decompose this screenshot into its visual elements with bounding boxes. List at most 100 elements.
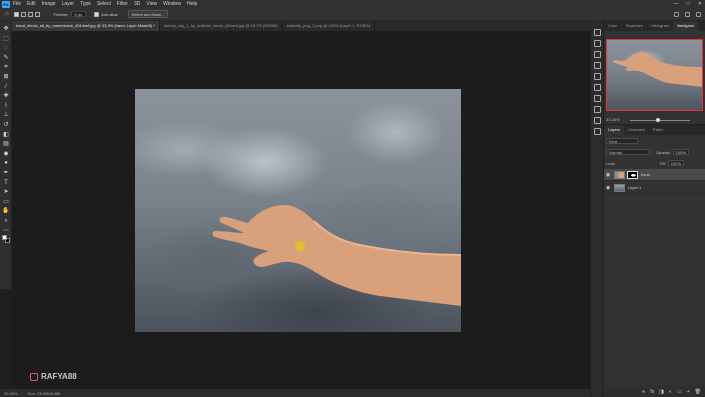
gradient-icon[interactable]: ▤ (2, 140, 10, 148)
visibility-eye-icon[interactable]: ◉ (604, 172, 612, 178)
layer-name[interactable]: Layer 1 (628, 185, 641, 190)
character-icon[interactable] (594, 95, 601, 102)
options-bar: ⌂ Feather: 0 px Anti-alias Select and Ma… (0, 8, 705, 21)
menu-select[interactable]: Select (97, 1, 111, 7)
quick-select-icon[interactable]: ✎ (2, 54, 10, 62)
crop-icon[interactable]: ⌗ (2, 63, 10, 71)
hand-icon[interactable]: ✋ (2, 207, 10, 215)
tab-paths[interactable]: Paths (649, 125, 667, 135)
tool-preset-picker[interactable]: ⌂ (5, 11, 9, 17)
mask-icon[interactable]: ◨ (659, 389, 664, 395)
subtract-selection-icon[interactable] (27, 11, 33, 17)
tab-butterfly-document[interactable]: butterfly_png_1.png @ 100% (Layer 1, RGB… (283, 21, 375, 31)
history-brush-icon[interactable]: ↺ (2, 121, 10, 129)
add-to-selection-icon[interactable] (20, 11, 26, 17)
menu-window[interactable]: Window (163, 1, 181, 7)
pen-icon[interactable]: ✒ (2, 169, 10, 177)
menu-file[interactable]: File (13, 1, 21, 7)
fill-input[interactable]: 100% (667, 160, 685, 166)
zoom-icon[interactable]: ⌕ (2, 217, 10, 225)
menu-layer[interactable]: Layer (62, 1, 75, 7)
marquee-icon[interactable]: ⬚ (2, 35, 10, 43)
workspace-icon[interactable] (685, 11, 690, 17)
tab-histogram[interactable]: Histogram (647, 21, 673, 31)
path-select-icon[interactable]: ➤ (2, 188, 10, 196)
new-layer-icon[interactable]: + (687, 389, 690, 395)
tab-stormy-sky-document[interactable]: stormy_sky_1_by_indleem_stock_d2lvanf.jp… (160, 21, 283, 31)
type-icon[interactable]: T (2, 179, 10, 187)
navigator-zoom-value[interactable]: 33.36% (606, 117, 620, 122)
dodge-icon[interactable]: ● (2, 159, 10, 167)
fx-icon[interactable]: fx (650, 389, 654, 395)
opacity-input[interactable]: 100% (672, 149, 689, 155)
more-tools-icon[interactable]: ⋯ (2, 227, 10, 235)
rectangle-icon[interactable]: ▭ (2, 198, 10, 206)
minimize-icon[interactable]: — (674, 1, 679, 7)
frame-icon[interactable]: ⊠ (2, 73, 10, 81)
layer-name[interactable]: hand (641, 172, 650, 177)
menu-view[interactable]: View (146, 1, 157, 7)
status-zoom[interactable]: 33.36% (4, 391, 18, 396)
brush-settings-icon[interactable] (594, 106, 601, 113)
navigator-view-box[interactable] (606, 39, 703, 111)
paragraph-icon[interactable] (594, 84, 601, 91)
lasso-icon[interactable]: ◌ (2, 44, 10, 52)
maximize-icon[interactable]: □ (687, 1, 690, 7)
tab-channels[interactable]: Channels (624, 125, 649, 135)
visibility-eye-icon[interactable]: ◉ (604, 185, 612, 191)
eraser-icon[interactable]: ◧ (2, 131, 10, 139)
delete-icon[interactable]: 🗑 (695, 389, 701, 395)
foreground-color-swatch[interactable] (2, 235, 7, 241)
layer-row-layer-1[interactable]: ◉ Layer 1 (604, 182, 705, 194)
search-icon[interactable] (674, 11, 679, 17)
clone-stamp-icon[interactable]: ⊥ (2, 111, 10, 119)
adjustments-icon[interactable] (594, 51, 601, 58)
menu-edit[interactable]: Edit (27, 1, 36, 7)
antialias-control: Anti-alias (94, 11, 118, 17)
status-doc-size[interactable]: Doc: 23.0M/45.8M (28, 391, 61, 396)
antialias-checkbox[interactable] (94, 11, 100, 17)
feather-control: Feather: 0 px (54, 11, 87, 17)
menu-filter[interactable]: Filter (117, 1, 128, 7)
menu-3d[interactable]: 3D (134, 1, 140, 7)
healing-brush-icon[interactable]: ✚ (2, 92, 10, 100)
layer-mask-thumbnail[interactable] (627, 170, 638, 179)
menu-image[interactable]: Image (42, 1, 56, 7)
swatches-icon[interactable] (594, 117, 601, 124)
select-mask-wrap: Select and Mask... (127, 10, 169, 18)
feather-input[interactable]: 0 px (70, 11, 87, 17)
navigator-zoom-slider[interactable] (630, 120, 690, 121)
adjustment-icon[interactable]: ◐ (669, 389, 672, 395)
close-icon[interactable]: ✕ (698, 1, 702, 7)
actions-icon[interactable] (594, 40, 601, 47)
layer-filter-kind[interactable]: Kind (606, 138, 638, 144)
history-icon[interactable] (594, 29, 601, 36)
libraries-icon[interactable] (594, 73, 601, 80)
move-icon[interactable]: ✥ (2, 25, 10, 33)
navigator-slider-knob[interactable] (656, 118, 660, 122)
menu-type[interactable]: Type (80, 1, 91, 7)
glyphs-icon[interactable] (594, 128, 601, 135)
select-and-mask-button[interactable]: Select and Mask... (127, 10, 169, 18)
intersect-selection-icon[interactable] (34, 11, 40, 17)
hand-layer-image[interactable] (210, 203, 462, 313)
lock-row: Lock: Fill: 100% (604, 160, 705, 166)
photoshop-logo-icon[interactable]: Ps (2, 0, 10, 8)
tab-hand-document[interactable]: hand_shock_all_by_rosemstock_d51mwf.jpg … (12, 21, 160, 31)
blur-icon[interactable]: ◆ (2, 150, 10, 158)
watermark: RAFYA88 (30, 372, 77, 381)
tab-layers[interactable]: Layers (604, 125, 625, 135)
new-selection-icon[interactable] (13, 11, 19, 17)
brush-icon[interactable]: ⌇ (2, 102, 10, 110)
blend-mode-select[interactable]: Normal (606, 149, 650, 155)
share-icon[interactable] (696, 11, 701, 17)
menu-help[interactable]: Help (187, 1, 197, 7)
group-icon[interactable]: ▭ (677, 389, 682, 395)
eyedropper-icon[interactable]: ⁄ (2, 83, 10, 91)
tab-swatches[interactable]: Swatches (622, 21, 647, 31)
tab-navigator[interactable]: Navigator (673, 21, 699, 31)
link-icon[interactable]: ∞ (642, 389, 646, 395)
layer-row-hand[interactable]: ◉ hand (604, 169, 705, 181)
properties-icon[interactable] (594, 62, 601, 69)
tab-color[interactable]: Color (604, 21, 622, 31)
